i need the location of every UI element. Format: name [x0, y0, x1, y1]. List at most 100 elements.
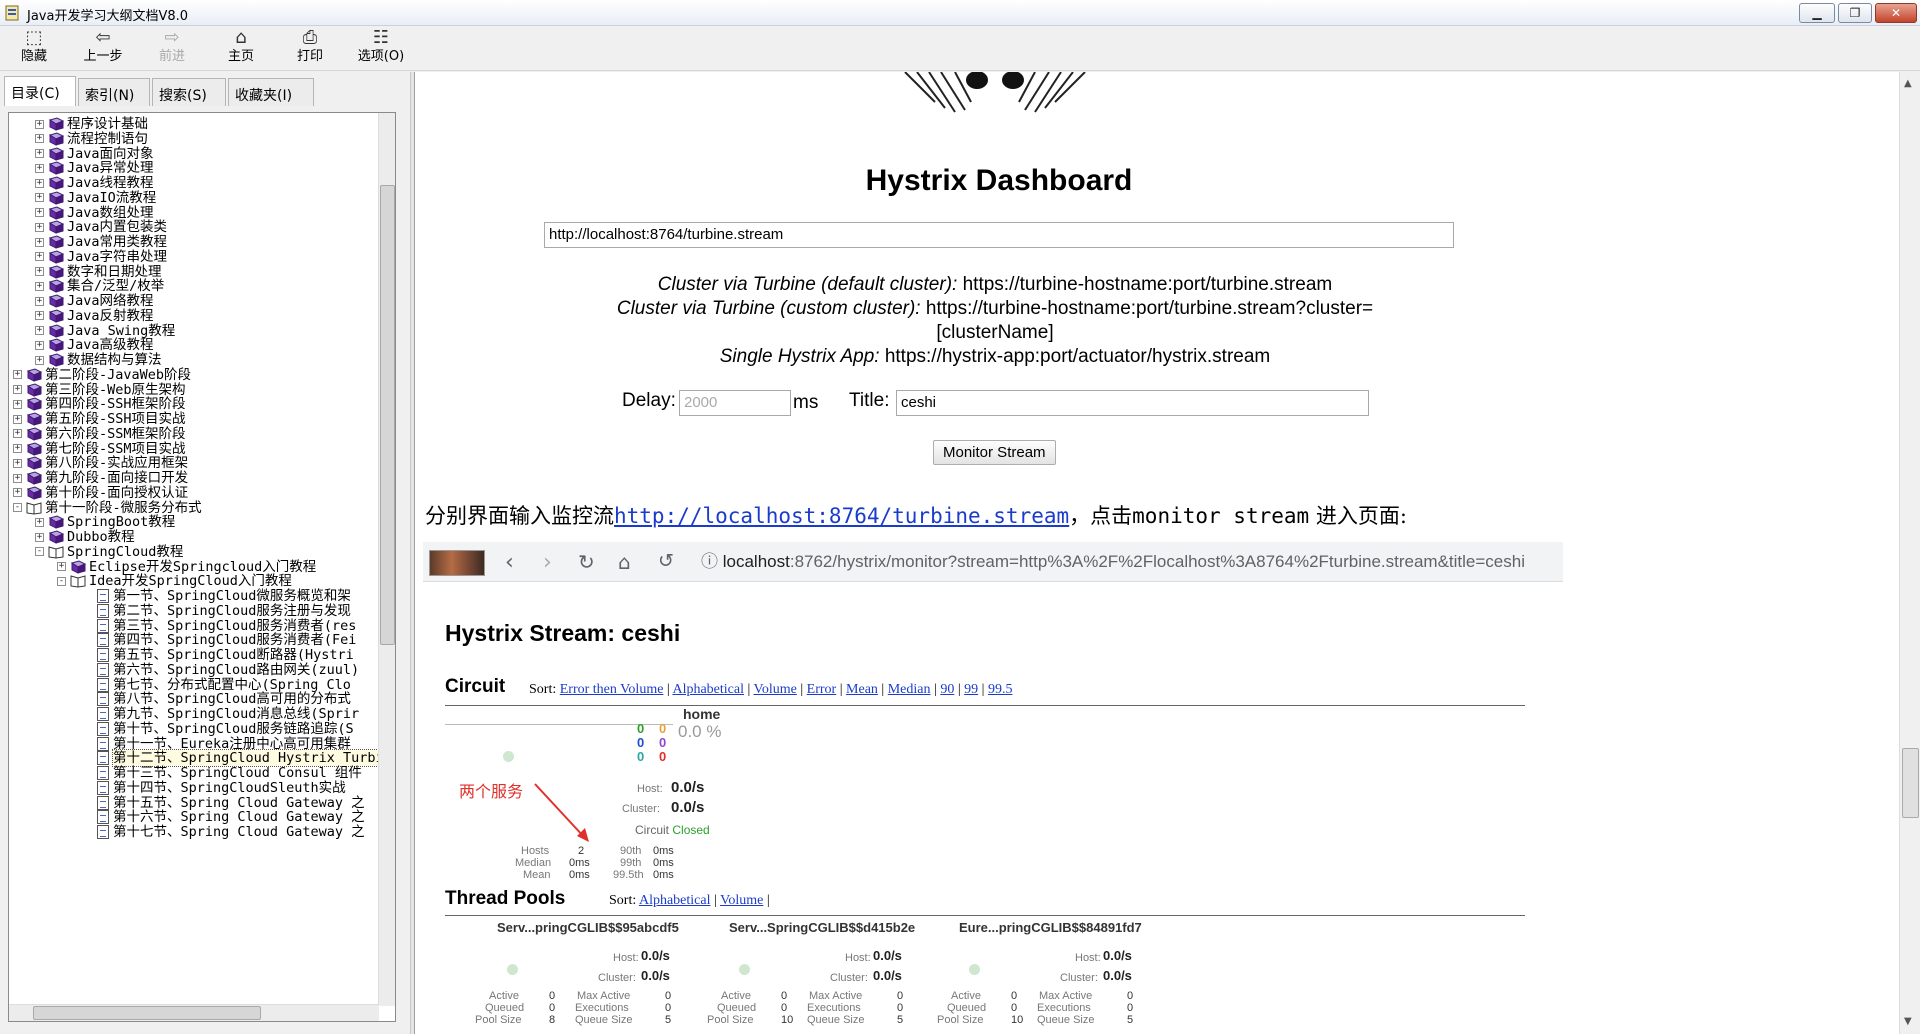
- collapse-icon[interactable]: -: [57, 576, 66, 586]
- expand-icon[interactable]: +: [13, 473, 22, 483]
- help3-label: Single Hystrix App:: [719, 346, 880, 367]
- expand-icon[interactable]: +: [35, 296, 44, 306]
- title-input[interactable]: ceshi: [896, 390, 1369, 416]
- pool-active-value: 0: [781, 990, 788, 1002]
- tree-vertical-scrollbar[interactable]: [378, 113, 395, 1006]
- pool-queue-size-label: Queue Size: [1037, 1014, 1095, 1026]
- expand-icon[interactable]: +: [13, 414, 22, 424]
- p995-label: 99.5th: [613, 869, 644, 881]
- collapse-icon[interactable]: -: [35, 547, 44, 557]
- expand-icon[interactable]: +: [35, 532, 44, 542]
- pool-sort-alphabetical[interactable]: Alphabetical: [639, 893, 711, 908]
- tab-favorites[interactable]: 收藏夹(I): [228, 78, 314, 106]
- expand-icon[interactable]: +: [13, 370, 22, 380]
- help1-label: Cluster via Turbine (default cluster):: [657, 274, 958, 295]
- pool-name: Serv...pringCGLIB$$95abcdf5: [497, 920, 679, 935]
- expand-icon[interactable]: +: [13, 444, 22, 453]
- stream-title: Hystrix Stream: ceshi: [445, 620, 681, 646]
- pool-sort-volume[interactable]: Volume: [720, 893, 763, 908]
- maximize-button[interactable]: ❐: [1838, 3, 1872, 23]
- pool-queue-size-value: 5: [665, 1014, 672, 1026]
- close-button[interactable]: ✕: [1875, 3, 1917, 23]
- expand-icon[interactable]: +: [35, 208, 44, 217]
- content-pane: Hystrix Dashboard http://localhost:8764/…: [414, 72, 1899, 1034]
- expand-icon[interactable]: +: [35, 517, 44, 527]
- scroll-up-icon[interactable]: ▲: [1904, 78, 1912, 89]
- sort-90[interactable]: 90: [940, 682, 954, 697]
- expand-icon[interactable]: +: [13, 458, 22, 468]
- forward-button[interactable]: ⇨ 前进: [142, 28, 202, 68]
- expand-icon[interactable]: +: [13, 399, 22, 409]
- expand-icon[interactable]: +: [35, 163, 44, 173]
- expand-icon[interactable]: +: [13, 385, 22, 394]
- expand-icon[interactable]: +: [57, 562, 66, 571]
- sort-alphabetical[interactable]: Alphabetical: [672, 682, 744, 697]
- delay-input[interactable]: 2000: [679, 390, 791, 416]
- expand-icon[interactable]: +: [35, 237, 44, 247]
- back-button[interactable]: ⇦ 上一步: [73, 28, 133, 68]
- tab-index[interactable]: 索引(N): [78, 78, 150, 106]
- pool-sort-label: Sort:: [609, 893, 637, 908]
- expand-icon[interactable]: +: [35, 119, 44, 129]
- pool-health-dot: [507, 964, 518, 975]
- pool-active-label: Active: [489, 990, 519, 1002]
- tree-scroll-thumb[interactable]: [380, 185, 395, 645]
- pool-executions-label: Executions: [1037, 1002, 1091, 1014]
- sort-volume[interactable]: Volume: [754, 682, 797, 697]
- sort-median[interactable]: Median: [888, 682, 931, 697]
- minimize-button[interactable]: ▁: [1799, 3, 1835, 23]
- help2-value: https://turbine-hostname:port/turbine.st…: [925, 298, 1374, 319]
- content-scroll-thumb[interactable]: [1902, 748, 1919, 818]
- hide-button[interactable]: ⬚ 隐藏: [4, 28, 64, 68]
- monitor-stream-button[interactable]: Monitor Stream: [933, 440, 1056, 465]
- pool-executions-value: 0: [1127, 1002, 1134, 1014]
- pools-divider: [445, 915, 1525, 916]
- expand-icon[interactable]: +: [35, 326, 44, 335]
- tree-horizontal-scrollbar[interactable]: [9, 1004, 379, 1021]
- sort-99[interactable]: 99: [964, 682, 978, 697]
- circuit-host-label: Host:: [637, 783, 663, 795]
- home-button[interactable]: ⌂ 主页: [211, 28, 271, 68]
- options-button[interactable]: ☷ 选项(O): [349, 28, 413, 68]
- sort-error[interactable]: Error: [807, 682, 837, 697]
- p995-value: 0ms: [653, 869, 674, 881]
- expand-icon[interactable]: +: [13, 488, 22, 498]
- stream-url-input[interactable]: http://localhost:8764/turbine.stream: [544, 222, 1454, 248]
- pool-host-rate: 0.0/s: [873, 948, 902, 963]
- expand-icon[interactable]: +: [35, 252, 44, 262]
- options-label: 选项(O): [357, 49, 405, 64]
- sort-error-volume[interactable]: Error then Volume: [560, 682, 664, 697]
- undo-icon: ↺: [658, 550, 674, 572]
- expand-icon[interactable]: +: [35, 178, 44, 188]
- print-label: 打印: [296, 49, 323, 64]
- content-vertical-scrollbar[interactable]: ▲ ▼: [1899, 72, 1920, 1034]
- tree-node[interactable]: 第十七节、Spring Cloud Gateway 之: [97, 823, 365, 841]
- mean-label: Mean: [523, 869, 551, 881]
- para-suffix: 进入页面:: [1309, 504, 1407, 528]
- sort-mean[interactable]: Mean: [846, 682, 878, 697]
- pool-cluster-label: Cluster:: [598, 972, 636, 984]
- expand-icon[interactable]: +: [13, 429, 22, 439]
- expand-icon[interactable]: +: [35, 134, 44, 144]
- expand-icon[interactable]: +: [35, 355, 44, 365]
- expand-icon[interactable]: +: [35, 281, 44, 291]
- expand-icon[interactable]: +: [35, 149, 44, 158]
- turbine-stream-link[interactable]: http://localhost:8764/turbine.stream: [614, 504, 1069, 528]
- collapse-icon[interactable]: -: [13, 503, 22, 512]
- pool-max-active-label: Max Active: [1039, 990, 1093, 1002]
- expand-icon[interactable]: +: [35, 193, 44, 203]
- print-button[interactable]: ⎙ 打印: [280, 28, 340, 68]
- sort-99-5[interactable]: 99.5: [988, 682, 1013, 697]
- pool-executions-label: Executions: [575, 1002, 629, 1014]
- expand-icon[interactable]: +: [35, 267, 44, 276]
- tree-node-label: 第十七节、Spring Cloud Gateway 之: [113, 824, 365, 840]
- tab-search[interactable]: 搜索(S): [152, 78, 226, 106]
- pool-name: Serv...SpringCGLIB$$d415b2e: [729, 920, 916, 935]
- thread-pool-card: Serv...pringCGLIB$$95abcdf5 Host: 0.0/s Clu…: [445, 920, 679, 1030]
- tree-hscroll-thumb[interactable]: [33, 1006, 261, 1020]
- expand-icon[interactable]: +: [35, 222, 44, 232]
- expand-icon[interactable]: +: [35, 311, 44, 321]
- expand-icon[interactable]: +: [35, 340, 44, 350]
- scroll-down-icon[interactable]: ▼: [1904, 1016, 1912, 1027]
- tab-contents[interactable]: 目录(C): [4, 76, 76, 106]
